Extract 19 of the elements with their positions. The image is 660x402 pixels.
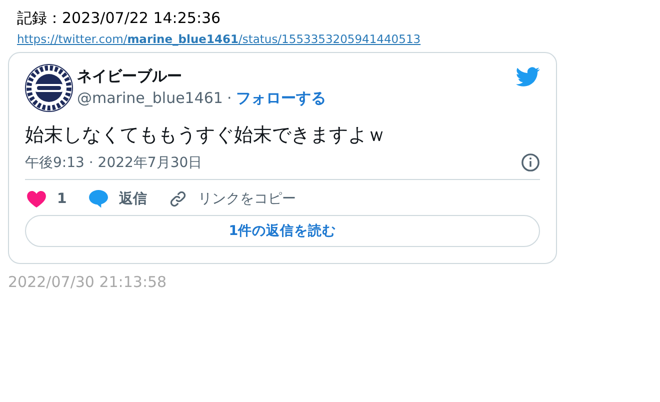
- like-button[interactable]: 1: [27, 190, 67, 208]
- tweet-text: 始末しなくてももうすぐ始末できますよｗ: [25, 123, 387, 148]
- bird-icon[interactable]: [516, 67, 540, 87]
- heart-icon: [27, 190, 46, 208]
- record-timestamp: 記録：2023/07/22 14:25:36: [17, 8, 222, 28]
- author-name[interactable]: ネイビーブルー: [77, 65, 516, 87]
- avatar[interactable]: [25, 64, 73, 112]
- info-icon[interactable]: [521, 153, 540, 172]
- link-icon: [168, 190, 187, 208]
- follow-link[interactable]: フォローする: [236, 89, 326, 107]
- reply-button[interactable]: 返信: [88, 190, 147, 208]
- read-replies-button[interactable]: 1件の返信を読む: [25, 215, 540, 247]
- tweet-time[interactable]: 午後9:13 · 2022年7月30日: [25, 154, 202, 172]
- separator-dot: ·: [226, 89, 232, 107]
- speech-bubble-icon: [88, 190, 108, 208]
- author-handle[interactable]: @marine_blue1461: [77, 89, 223, 107]
- archive-date: 2022/07/30 21:13:58: [8, 273, 168, 291]
- copy-link-button[interactable]: リンクをコピー: [168, 190, 296, 208]
- tweet-link[interactable]: https://twitter.com/marine_blue1461/status/1553353205941440513: [17, 31, 421, 47]
